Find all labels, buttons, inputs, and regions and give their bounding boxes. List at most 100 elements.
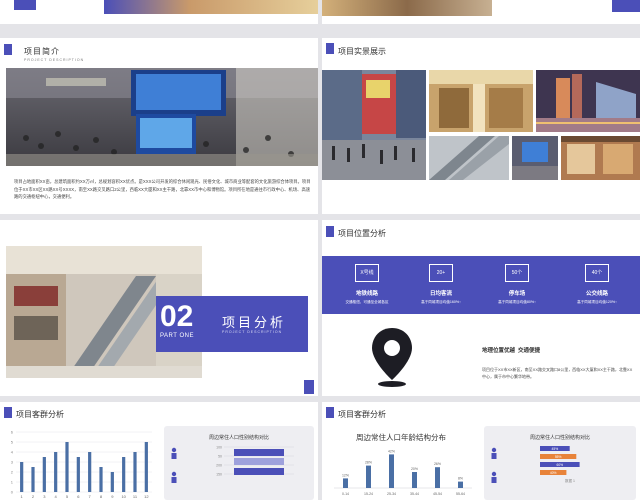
y-tick-label: 2 xyxy=(11,470,14,475)
data-label: 12% xyxy=(342,473,349,477)
night-street-photo xyxy=(536,70,640,132)
title-marker xyxy=(4,44,12,55)
accent-bar xyxy=(14,0,36,10)
gender-ratio-chart: 45% 55% 60% 40% 数据 1 xyxy=(491,446,580,483)
bar xyxy=(435,467,440,488)
stat-desc: 高于同城项目均值160%↑ xyxy=(421,300,461,304)
slide-location-analysis: 项目位置分析 X号线 地铁线路 交通枢纽，可通至全城各区 20+ 日均客流 高于… xyxy=(322,220,640,396)
slide-section-divider: 02 PART ONE 项目分析 PROJECT DESCRIPTION xyxy=(0,220,318,396)
bar xyxy=(234,468,284,475)
bar xyxy=(366,465,371,488)
person-icon xyxy=(491,453,497,459)
accent-bar xyxy=(612,0,640,12)
person-icon xyxy=(491,477,497,483)
stat-desc: 交通枢纽，可通至全城各区 xyxy=(345,300,389,304)
slide-project-intro: 项目简介 PROJECT DESCRIPTION 项目占地面积XX亩，总建筑面积… xyxy=(0,38,318,214)
slide-subtitle: PROJECT DESCRIPTION xyxy=(24,58,85,62)
person-icon xyxy=(171,471,177,477)
x-tick-label: 3 xyxy=(43,494,46,499)
bar xyxy=(54,452,58,492)
slide-title: 项目客群分析 xyxy=(338,410,386,419)
age-chart-title: 周边常住人口年龄结构分布 xyxy=(356,433,446,442)
data-label: 28% xyxy=(365,461,372,465)
gender-compare-chart: 100 50 200 150 xyxy=(171,446,294,483)
x-tick-label: 8 xyxy=(100,494,103,499)
stat-item-0: X号线 地铁线路 交通枢纽，可通至全城各区 xyxy=(336,264,398,305)
stat-badge: 40个 xyxy=(585,264,609,282)
slide-customer-analysis-right: 项目客群分析 周边常住人口年龄结构分布 12% 0-14 28% 15-24 42% 25… xyxy=(322,402,640,500)
x-tick-label: 6 xyxy=(77,494,80,499)
map-pin-icon xyxy=(372,328,412,387)
x-tick-label: 0-14 xyxy=(342,492,349,496)
section-part: PART ONE xyxy=(160,333,195,339)
bar xyxy=(234,458,284,465)
slide-title: 项目实景展示 xyxy=(338,47,386,56)
x-tick-label: 12 xyxy=(144,494,149,499)
x-tick-label: 11 xyxy=(133,494,138,499)
age-bar-chart: 12% 0-14 28% 15-24 42% 25-34 20% 35-44 26% 45-54 8… xyxy=(334,449,472,496)
bar xyxy=(234,449,284,456)
y-tick-label: 4 xyxy=(11,450,14,455)
bar xyxy=(144,442,148,492)
bar xyxy=(110,472,114,492)
x-tick-label: 7 xyxy=(89,494,92,499)
slide-top-left-fragment xyxy=(0,0,318,24)
y-tick-label: 1 xyxy=(11,480,14,485)
bar xyxy=(412,472,417,488)
storefront-photo xyxy=(561,136,640,180)
y-tick-label: 3 xyxy=(11,460,14,465)
stat-label: 地铁线路 xyxy=(355,291,378,297)
section-number: 02 xyxy=(160,300,194,333)
street-crossing-photo xyxy=(322,70,426,180)
x-tick-label: 2 xyxy=(32,494,35,499)
x-tick-label: 4 xyxy=(55,494,58,499)
stat-badge: 50个 xyxy=(505,264,529,282)
y-tick-label: 5 xyxy=(11,440,14,445)
person-icon xyxy=(171,477,177,483)
legend-label: 数据 1 xyxy=(565,478,575,483)
stat-desc: 高于同城项目均值120%↑ xyxy=(577,300,617,304)
stat-item-2: 50个 停车场 高于同城项目均值80%↑ xyxy=(486,264,548,305)
stat-label: 停车场 xyxy=(508,291,526,297)
tick-label: 50 xyxy=(218,455,222,459)
title-marker xyxy=(326,43,334,54)
data-label: 20% xyxy=(411,467,418,471)
section-title: 项目分析 xyxy=(222,315,287,330)
tick-label: 200 xyxy=(216,464,222,468)
ratio-label: 40% xyxy=(550,471,557,475)
slide-top-right-fragment xyxy=(322,0,640,24)
corner-accent xyxy=(304,380,314,394)
stat-badge: X号线 xyxy=(355,264,379,282)
y-tick-label: 6 xyxy=(11,430,14,435)
person-icon xyxy=(171,447,177,453)
slide-customer-analysis-left: 项目客群分析 0 1 2 3 4 5 6 1 2 3 4 5 6 7 8 9 10 11 12 周边常住人口性别结构… xyxy=(0,402,318,500)
title-marker xyxy=(4,407,12,418)
billboard-photo xyxy=(512,136,558,180)
bar xyxy=(65,442,69,492)
escalator-photo xyxy=(429,136,509,180)
bar xyxy=(88,452,92,492)
card-title: 周边常住人口性别结构对比 xyxy=(208,435,269,441)
ratio-label: 60% xyxy=(556,463,563,467)
slide-title: 项目客群分析 xyxy=(16,410,64,419)
photo-fragment xyxy=(322,0,492,16)
stat-label: 公交线路 xyxy=(585,291,608,297)
data-label: 8% xyxy=(458,477,463,481)
title-marker xyxy=(326,226,334,237)
x-tick-label: 9 xyxy=(111,494,114,499)
slide-title: 项目位置分析 xyxy=(338,229,386,238)
slide-project-gallery: 项目实景展示 xyxy=(322,38,640,214)
section-subtitle: PROJECT DESCRIPTION xyxy=(222,330,283,334)
bar xyxy=(31,467,35,492)
ratio-label: 45% xyxy=(552,447,559,451)
person-icon xyxy=(491,447,497,453)
stat-badge: 20+ xyxy=(429,264,453,282)
stat-label: 日均客流 xyxy=(429,291,452,297)
intro-body: 项目占地面积XX亩，总建筑面积约XX万㎡，总规划容积XX优点。是XXX公司开发的… xyxy=(14,179,311,200)
ratio-label: 55% xyxy=(555,455,562,459)
x-tick-label: 15-24 xyxy=(364,492,373,496)
x-tick-label: 1 xyxy=(21,494,24,499)
tick-label: 150 xyxy=(216,473,222,477)
shop-interior-photo xyxy=(429,70,533,132)
x-tick-label: 25-34 xyxy=(387,492,396,496)
